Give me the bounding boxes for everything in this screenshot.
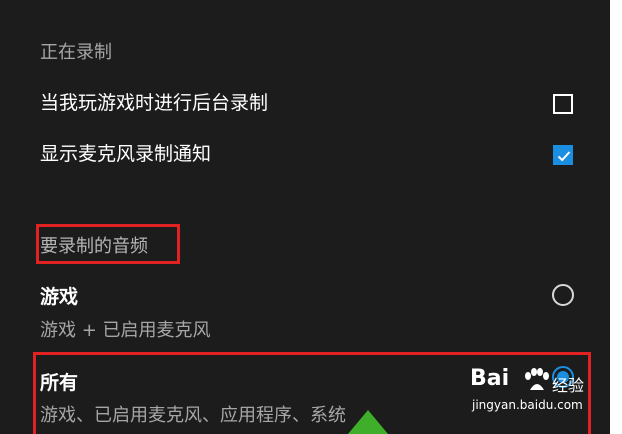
baidu-jingyan-watermark: Bai 经验 jingyan.baidu.com — [470, 366, 590, 418]
recording-section-title: 正在录制 — [40, 42, 112, 63]
audio-option-all-subtitle: 游戏、已启用麦克风、应用程序、系统 — [40, 405, 346, 426]
mic-notification-checkbox[interactable] — [553, 145, 573, 165]
audio-option-game-subtitle: 游戏 + 已启用麦克风 — [40, 320, 211, 341]
audio-option-all-title: 所有 — [40, 372, 79, 394]
audio-option-game-title: 游戏 — [40, 286, 79, 308]
watermark-brand: Bai — [470, 366, 510, 391]
watermark-url: jingyan.baidu.com — [472, 398, 583, 412]
checkmark-icon — [557, 151, 571, 162]
window-edge — [610, 0, 622, 434]
baidu-paw-icon — [525, 368, 549, 390]
mic-notification-label: 显示麦克风录制通知 — [40, 143, 212, 165]
background-record-checkbox[interactable] — [553, 94, 573, 114]
watermark-suffix: 经验 — [552, 376, 585, 395]
green-arrow-icon — [348, 410, 388, 434]
audio-option-game-radio[interactable] — [552, 284, 574, 306]
background-record-label: 当我玩游戏时进行后台录制 — [40, 92, 269, 114]
game-dvr-settings-panel: 正在录制 当我玩游戏时进行后台录制 显示麦克风录制通知 要录制的音频 游戏 游戏… — [0, 0, 610, 434]
audio-section-title: 要录制的音频 — [40, 236, 148, 257]
